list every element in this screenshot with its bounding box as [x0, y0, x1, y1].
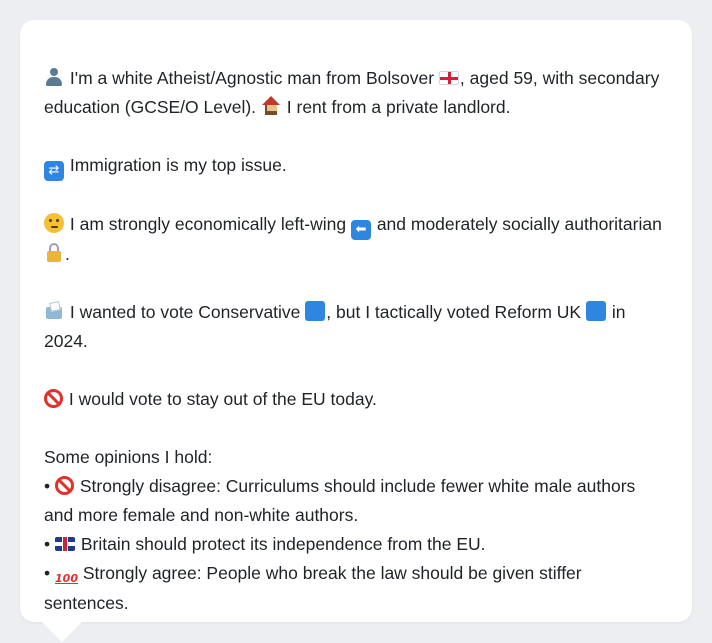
person-icon [44, 67, 64, 87]
vote-text-2: , but I tactically voted Reform UK [326, 302, 586, 322]
top-issue-text: Immigration is my top issue. [65, 155, 287, 175]
message-bubble: I'm a white Atheist/Agnostic man from Bo… [20, 20, 692, 642]
ideology-text-1: I am strongly economically left-wing [65, 214, 351, 234]
reform-blue-square-icon [585, 301, 606, 321]
bullet-point: • [44, 563, 51, 583]
ideology-text-3: . [65, 244, 70, 264]
opinion-item: • Strongly disagree: Curriculums should … [44, 472, 668, 530]
eu-stance-text: I would vote to stay out of the EU today… [64, 389, 377, 409]
opinion-item: • Britain should protect its independenc… [44, 530, 668, 559]
opinion-text: Britain should protect its independence … [76, 534, 486, 554]
immigration-icon: ⇄ [44, 161, 64, 181]
eu-paragraph: I would vote to stay out of the EU today… [44, 385, 668, 414]
intro-text-1: I'm a white Atheist/Agnostic man from Bo… [65, 68, 439, 88]
house-icon [261, 96, 281, 116]
ideology-text-2: and moderately socially authoritarian [371, 214, 662, 234]
ideology-paragraph: I am strongly economically left-wing ⬅ a… [44, 210, 668, 269]
bullet-point: • [44, 476, 51, 496]
conservative-blue-square-icon [305, 301, 326, 321]
intro-text-3: I rent from a private landlord. [281, 97, 511, 117]
opinion-text: Strongly agree: People who break the law… [44, 563, 582, 613]
opinion-item: • 100 Strongly agree: People who break t… [44, 559, 668, 618]
opinions-heading: Some opinions I hold: [44, 447, 213, 467]
left-arrow-icon: ⬅ [350, 220, 371, 240]
uk-flag-icon [55, 537, 76, 551]
england-flag-icon [438, 71, 459, 85]
opinion-text: Strongly disagree: Curriculums should in… [44, 476, 636, 525]
thinking-face-icon [44, 213, 64, 233]
intro-paragraph: I'm a white Atheist/Agnostic man from Bo… [44, 64, 668, 122]
vote-text-1: I wanted to vote Conservative [65, 302, 306, 322]
no-entry-icon [44, 389, 63, 408]
ballot-box-icon [44, 301, 64, 321]
lock-icon [44, 243, 64, 263]
hundred-points-icon: 100 [55, 572, 78, 585]
no-entry-icon [55, 476, 75, 495]
vote-paragraph: I wanted to vote Conservative , but I ta… [44, 298, 668, 356]
bullet-point: • [44, 534, 51, 554]
top-issue-paragraph: ⇄ Immigration is my top issue. [44, 151, 668, 181]
bubble-pointer [42, 622, 82, 642]
